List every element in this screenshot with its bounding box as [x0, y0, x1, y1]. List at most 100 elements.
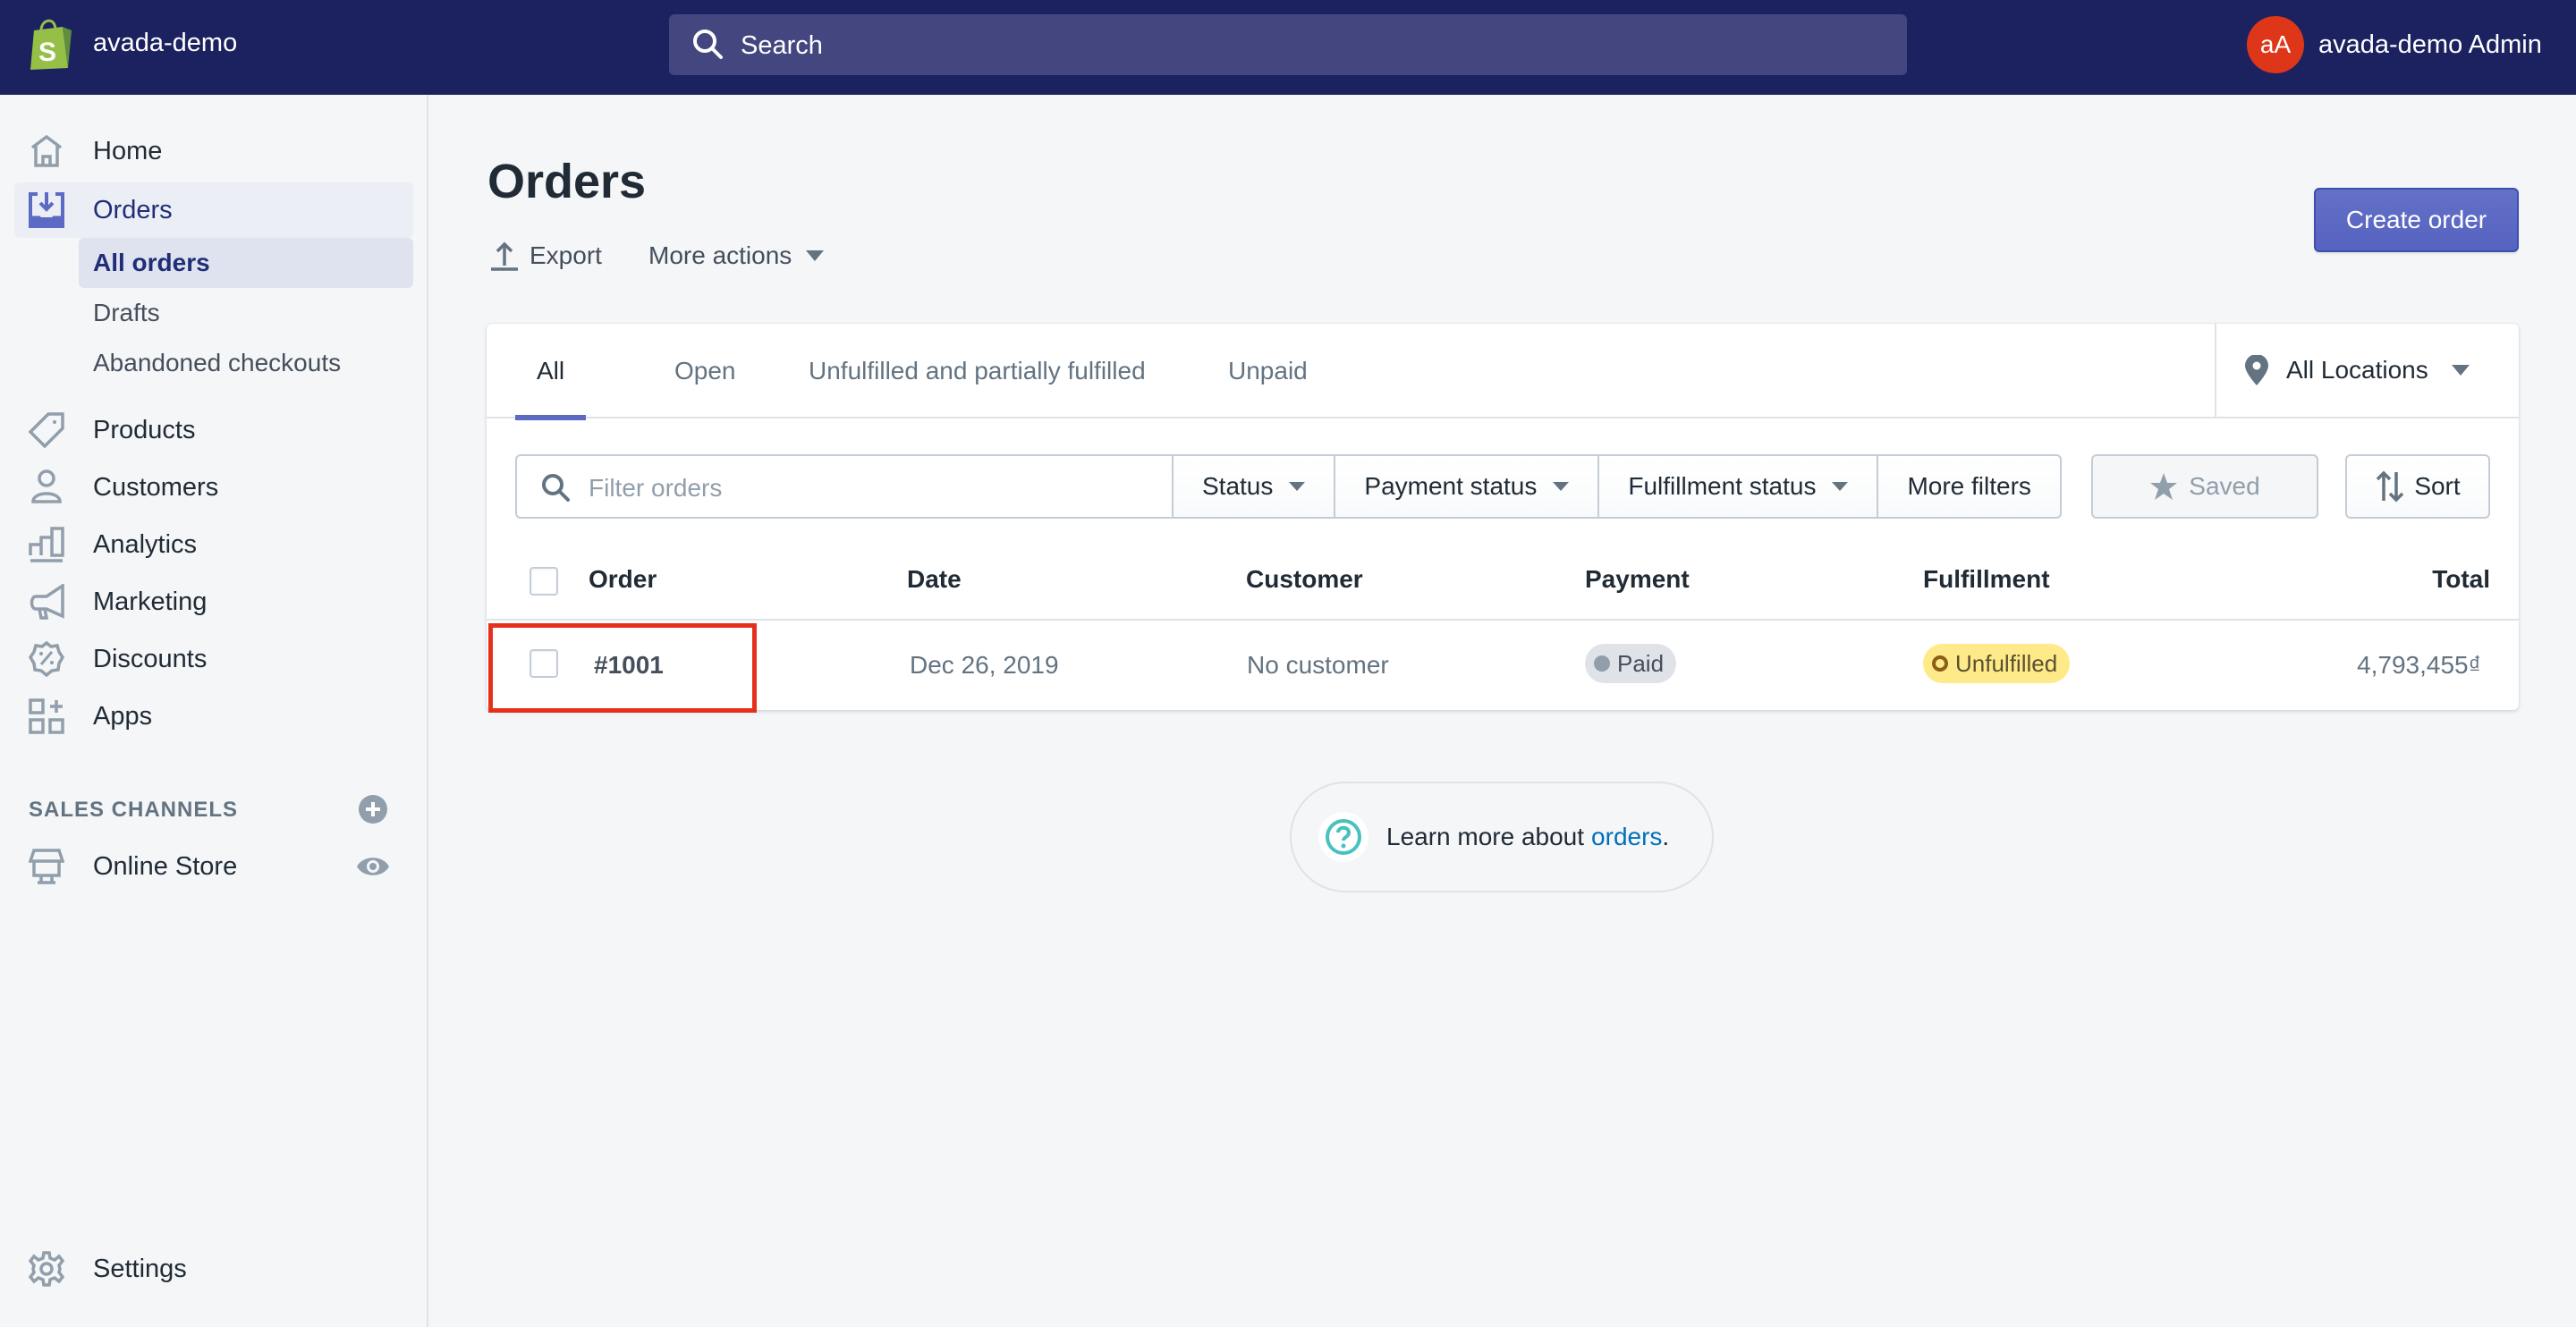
home-icon — [30, 134, 63, 167]
sidebar-subitem-drafts[interactable]: Drafts — [79, 288, 413, 338]
sidebar-item-products[interactable]: Products — [14, 402, 413, 458]
sidebar-item-customers[interactable]: Customers — [14, 460, 413, 515]
export-button[interactable]: Export — [490, 238, 602, 274]
table-header: Order Date Customer Payment Fulfillment … — [487, 540, 2519, 621]
top-bar: S avada-demo Search aA avada-demo Admin — [0, 0, 2576, 95]
learn-more-orders-link[interactable]: orders — [1591, 823, 1662, 851]
sidebar-item-discounts[interactable]: Discounts — [14, 631, 413, 687]
sidebar-item-apps[interactable]: Apps — [14, 689, 413, 744]
sort-arrows-icon — [2377, 470, 2404, 503]
tab-all[interactable]: All — [515, 324, 587, 420]
more-actions-dropdown[interactable]: More actions — [648, 238, 835, 274]
order-date: Dec 26, 2019 — [910, 651, 1059, 679]
sidebar: Home Orders All orders Drafts Abandoned … — [0, 95, 428, 1327]
sort-button[interactable]: Sort — [2345, 454, 2490, 519]
sidebar-item-label: Orders — [93, 195, 173, 224]
filter-orders-input[interactable]: Filter orders — [515, 454, 1174, 519]
caret-down-icon — [806, 250, 825, 261]
order-tabs: All Open Unfulfilled and partially fulfi… — [487, 324, 2519, 420]
sidebar-subitem-label: Abandoned checkouts — [93, 349, 342, 376]
column-header-total[interactable]: Total — [2432, 565, 2490, 594]
more-actions-label: More actions — [648, 241, 792, 269]
sidebar-item-label: Discounts — [93, 644, 208, 673]
sidebar-item-label: Products — [93, 415, 196, 444]
sidebar-item-home[interactable]: Home — [14, 123, 413, 179]
select-all-checkbox[interactable] — [530, 567, 558, 596]
filter-orders-placeholder: Filter orders — [589, 474, 723, 502]
payment-status-badge: Paid — [1585, 644, 1677, 683]
sidebar-item-analytics[interactable]: Analytics — [14, 517, 413, 572]
highlight-annotation — [488, 623, 757, 713]
status-filter-label: Status — [1202, 472, 1274, 500]
tab-open[interactable]: Open — [674, 324, 736, 418]
discount-icon — [29, 641, 64, 677]
location-filter-dropdown[interactable]: All Locations — [2215, 324, 2519, 417]
create-order-button[interactable]: Create order — [2314, 188, 2519, 252]
column-header-date[interactable]: Date — [907, 565, 962, 594]
column-header-order[interactable]: Order — [589, 565, 657, 594]
status-ring-icon — [1932, 655, 1948, 672]
user-name: avada-demo Admin — [2318, 30, 2542, 59]
learn-more-suffix: . — [1662, 823, 1670, 850]
sidebar-item-label: Analytics — [93, 529, 198, 559]
saved-label: Saved — [2189, 472, 2260, 500]
location-filter-label: All Locations — [2286, 356, 2428, 384]
sales-channels-heading: SALES CHANNELS — [29, 798, 239, 822]
store-name[interactable]: avada-demo — [93, 29, 237, 58]
person-icon — [31, 469, 62, 503]
sidebar-item-label: Settings — [93, 1254, 187, 1283]
saved-search-button[interactable]: Saved — [2091, 454, 2318, 519]
sidebar-subitem-label: Drafts — [93, 299, 160, 326]
gear-icon — [29, 1251, 64, 1287]
column-header-payment[interactable]: Payment — [1585, 565, 1690, 594]
table-row[interactable]: #1001 Dec 26, 2019 No customer Paid Unfu… — [487, 622, 2519, 710]
tab-unpaid[interactable]: Unpaid — [1228, 324, 1308, 418]
sidebar-item-label: Home — [93, 136, 163, 165]
apps-icon — [29, 698, 64, 734]
tag-icon — [29, 412, 64, 448]
sidebar-item-online-store[interactable]: Online Store — [14, 839, 413, 894]
tab-unfulfilled[interactable]: Unfulfilled and partially fulfilled — [809, 324, 1146, 418]
sidebar-item-label: Online Store — [93, 851, 238, 881]
view-store-eye-icon[interactable] — [356, 853, 390, 880]
shopify-logo-icon[interactable]: S — [27, 18, 75, 72]
star-icon — [2150, 473, 2178, 500]
add-sales-channel-icon[interactable] — [358, 794, 388, 824]
search-placeholder: Search — [741, 31, 823, 60]
more-filters-button[interactable]: More filters — [1878, 454, 2062, 519]
fulfillment-status-filter-label: Fulfillment status — [1628, 472, 1817, 500]
column-header-fulfillment[interactable]: Fulfillment — [1923, 565, 2050, 594]
sidebar-item-label: Marketing — [93, 587, 208, 616]
caret-down-icon — [1832, 482, 1849, 491]
sidebar-subitem-all-orders[interactable]: All orders — [79, 238, 413, 288]
order-total: 4,793,455₫ — [2357, 651, 2481, 679]
filter-bar: Filter orders Status Payment status Fulf… — [515, 454, 2062, 519]
payment-status-filter-button[interactable]: Payment status — [1335, 454, 1600, 519]
sidebar-item-label: Customers — [93, 472, 219, 502]
avatar: aA — [2247, 16, 2304, 73]
sidebar-item-orders[interactable]: Orders — [14, 182, 413, 238]
caret-down-icon — [2451, 365, 2470, 376]
sidebar-subitem-label: All orders — [93, 249, 210, 276]
sidebar-subitem-abandoned-checkouts[interactable]: Abandoned checkouts — [79, 338, 413, 388]
bar-chart-icon — [29, 527, 64, 562]
user-menu[interactable]: aA avada-demo Admin — [2247, 16, 2542, 73]
status-filter-button[interactable]: Status — [1174, 454, 1336, 519]
export-label: Export — [530, 241, 602, 269]
page-title: Orders — [487, 155, 647, 208]
learn-more-text: Learn more about — [1386, 823, 1585, 850]
location-pin-icon — [2245, 355, 2268, 385]
megaphone-icon — [30, 584, 64, 620]
caret-down-icon — [1289, 482, 1306, 491]
sidebar-item-marketing[interactable]: Marketing — [14, 574, 413, 630]
sidebar-item-label: Apps — [93, 701, 153, 731]
payment-status-filter-label: Payment status — [1364, 472, 1538, 500]
fulfillment-status-filter-button[interactable]: Fulfillment status — [1599, 454, 1879, 519]
search-icon — [542, 474, 570, 502]
caret-down-icon — [1553, 482, 1570, 491]
global-search-input[interactable]: Search — [669, 14, 1907, 75]
sort-label: Sort — [2414, 472, 2461, 500]
sidebar-item-settings[interactable]: Settings — [14, 1241, 413, 1297]
column-header-customer[interactable]: Customer — [1246, 565, 1363, 594]
fulfillment-status-label: Unfulfilled — [1955, 649, 2058, 677]
